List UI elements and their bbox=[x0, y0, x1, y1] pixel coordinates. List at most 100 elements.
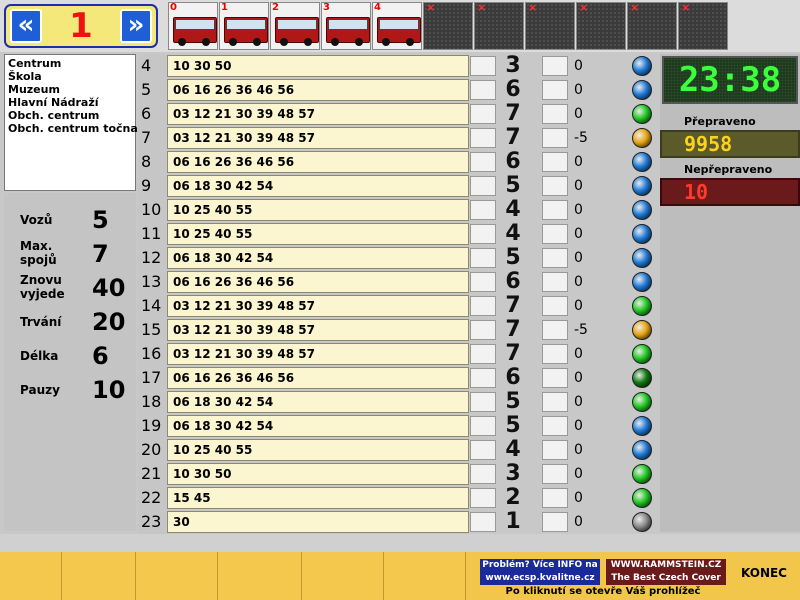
vehicle-index: 3 bbox=[323, 2, 330, 13]
bottom-button-6[interactable] bbox=[384, 552, 466, 600]
offset-checkbox[interactable] bbox=[542, 392, 568, 412]
departure-minutes-field[interactable]: 30 bbox=[167, 511, 469, 533]
departure-minutes-field[interactable]: 06 16 26 36 46 56 bbox=[167, 367, 469, 389]
row-checkbox[interactable] bbox=[470, 512, 496, 532]
line-selector: « 1 » bbox=[4, 4, 158, 48]
table-row: 21 10 30 50 3 0 bbox=[138, 462, 658, 486]
row-checkbox[interactable] bbox=[470, 80, 496, 100]
vehicle-thumbnail[interactable]: × bbox=[627, 2, 677, 50]
offset-checkbox[interactable] bbox=[542, 104, 568, 124]
bottom-button-2[interactable] bbox=[62, 552, 136, 600]
bus-window bbox=[379, 19, 419, 30]
transported-label: Přepraveno bbox=[684, 115, 756, 128]
row-checkbox[interactable] bbox=[470, 272, 496, 292]
row-checkbox[interactable] bbox=[470, 344, 496, 364]
offset-checkbox[interactable] bbox=[542, 272, 568, 292]
bus-window bbox=[277, 19, 317, 30]
info-link[interactable]: Problém? Více INFO na www.ecsp.kvalitne.… bbox=[480, 559, 600, 585]
status-indicator bbox=[632, 104, 652, 124]
row-checkbox[interactable] bbox=[470, 416, 496, 436]
departure-minutes-field[interactable]: 10 25 40 55 bbox=[167, 199, 469, 221]
row-checkbox[interactable] bbox=[470, 464, 496, 484]
departure-minutes-field[interactable]: 06 18 30 42 54 bbox=[167, 391, 469, 413]
offset-checkbox[interactable] bbox=[542, 416, 568, 436]
offset-checkbox[interactable] bbox=[542, 296, 568, 316]
offset-checkbox[interactable] bbox=[542, 176, 568, 196]
row-checkbox[interactable] bbox=[470, 200, 496, 220]
departure-count: 6 bbox=[505, 77, 521, 102]
row-checkbox[interactable] bbox=[470, 128, 496, 148]
departure-minutes-field[interactable]: 03 12 21 30 39 48 57 bbox=[167, 319, 469, 341]
bottom-button-1[interactable] bbox=[0, 552, 62, 600]
offset-checkbox[interactable] bbox=[542, 344, 568, 364]
offset-checkbox[interactable] bbox=[542, 224, 568, 244]
vehicle-thumbnail[interactable]: × bbox=[474, 2, 524, 50]
vehicle-thumbnail[interactable]: 3 bbox=[321, 2, 371, 50]
departure-minutes-field[interactable]: 10 25 40 55 bbox=[167, 223, 469, 245]
row-checkbox[interactable] bbox=[470, 296, 496, 316]
departure-minutes-field[interactable]: 06 18 30 42 54 bbox=[167, 175, 469, 197]
offset-checkbox[interactable] bbox=[542, 152, 568, 172]
vehicle-thumbnail[interactable]: 4 bbox=[372, 2, 422, 50]
departure-minutes-field[interactable]: 10 30 50 bbox=[167, 463, 469, 485]
row-checkbox[interactable] bbox=[470, 56, 496, 76]
row-checkbox[interactable] bbox=[470, 320, 496, 340]
row-checkbox[interactable] bbox=[470, 392, 496, 412]
next-line-button[interactable]: » bbox=[120, 9, 152, 43]
offset-checkbox[interactable] bbox=[542, 368, 568, 388]
offset-checkbox[interactable] bbox=[542, 200, 568, 220]
offset-checkbox[interactable] bbox=[542, 80, 568, 100]
departure-minutes-field[interactable]: 06 16 26 36 46 56 bbox=[167, 79, 469, 101]
offset-checkbox[interactable] bbox=[542, 512, 568, 532]
bottom-button-4[interactable] bbox=[218, 552, 302, 600]
row-hour: 16 bbox=[138, 342, 166, 366]
clock-display: 23:38 bbox=[662, 56, 798, 104]
offset-checkbox[interactable] bbox=[542, 320, 568, 340]
departure-count: 6 bbox=[505, 365, 521, 390]
promo-link[interactable]: WWW.RAMMSTEIN.CZ The Best Czech Cover bbox=[606, 559, 726, 585]
vehicle-thumbnail[interactable]: 1 bbox=[219, 2, 269, 50]
row-checkbox[interactable] bbox=[470, 488, 496, 508]
offset-checkbox[interactable] bbox=[542, 128, 568, 148]
departure-minutes-field[interactable]: 06 16 26 36 46 56 bbox=[167, 271, 469, 293]
vehicle-thumbnail[interactable]: × bbox=[525, 2, 575, 50]
departure-minutes-field[interactable]: 06 16 26 36 46 56 bbox=[167, 151, 469, 173]
departure-minutes-field[interactable]: 15 45 bbox=[167, 487, 469, 509]
vehicle-thumbnail[interactable]: 0 bbox=[168, 2, 218, 50]
vehicle-thumbnail[interactable]: 2 bbox=[270, 2, 320, 50]
departure-minutes-field[interactable]: 03 12 21 30 39 48 57 bbox=[167, 343, 469, 365]
info-problem-text: Problém? Více INFO na bbox=[482, 560, 598, 570]
bottom-button-3[interactable] bbox=[136, 552, 218, 600]
departure-minutes-field[interactable]: 03 12 21 30 39 48 57 bbox=[167, 295, 469, 317]
row-checkbox[interactable] bbox=[470, 248, 496, 268]
row-checkbox[interactable] bbox=[470, 104, 496, 124]
offset-checkbox[interactable] bbox=[542, 488, 568, 508]
vehicle-thumbnail[interactable]: × bbox=[576, 2, 626, 50]
offset-checkbox[interactable] bbox=[542, 248, 568, 268]
departure-minutes-field[interactable]: 06 18 30 42 54 bbox=[167, 247, 469, 269]
exit-button[interactable]: KONEC bbox=[736, 566, 792, 580]
departure-minutes-field[interactable]: 03 12 21 30 39 48 57 bbox=[167, 127, 469, 149]
offset-checkbox[interactable] bbox=[542, 440, 568, 460]
departure-minutes-field[interactable]: 03 12 21 30 39 48 57 bbox=[167, 103, 469, 125]
row-hour: 17 bbox=[138, 366, 166, 390]
row-checkbox[interactable] bbox=[470, 368, 496, 388]
row-checkbox[interactable] bbox=[470, 440, 496, 460]
row-checkbox[interactable] bbox=[470, 176, 496, 196]
offset-checkbox[interactable] bbox=[542, 464, 568, 484]
offset-checkbox[interactable] bbox=[542, 56, 568, 76]
previous-line-button[interactable]: « bbox=[10, 9, 42, 43]
row-checkbox[interactable] bbox=[470, 224, 496, 244]
vehicle-thumbnail[interactable]: × bbox=[423, 2, 473, 50]
row-checkbox[interactable] bbox=[470, 152, 496, 172]
departure-minutes-field[interactable]: 10 25 40 55 bbox=[167, 439, 469, 461]
vehicle-thumbnail[interactable]: × bbox=[678, 2, 728, 50]
time-offset: 0 bbox=[574, 178, 583, 194]
line-stats: Vozů 5 Max. spojů 7 Znovu vyjede 40 Trvání 20 Dé… bbox=[4, 193, 136, 531]
departure-minutes-field[interactable]: 10 30 50 bbox=[167, 55, 469, 77]
departure-minutes-field[interactable]: 06 18 30 42 54 bbox=[167, 415, 469, 437]
bottom-button-5[interactable] bbox=[302, 552, 384, 600]
status-indicator bbox=[632, 320, 652, 340]
time-offset: 0 bbox=[574, 58, 583, 74]
table-row: 9 06 18 30 42 54 5 0 bbox=[138, 174, 658, 198]
